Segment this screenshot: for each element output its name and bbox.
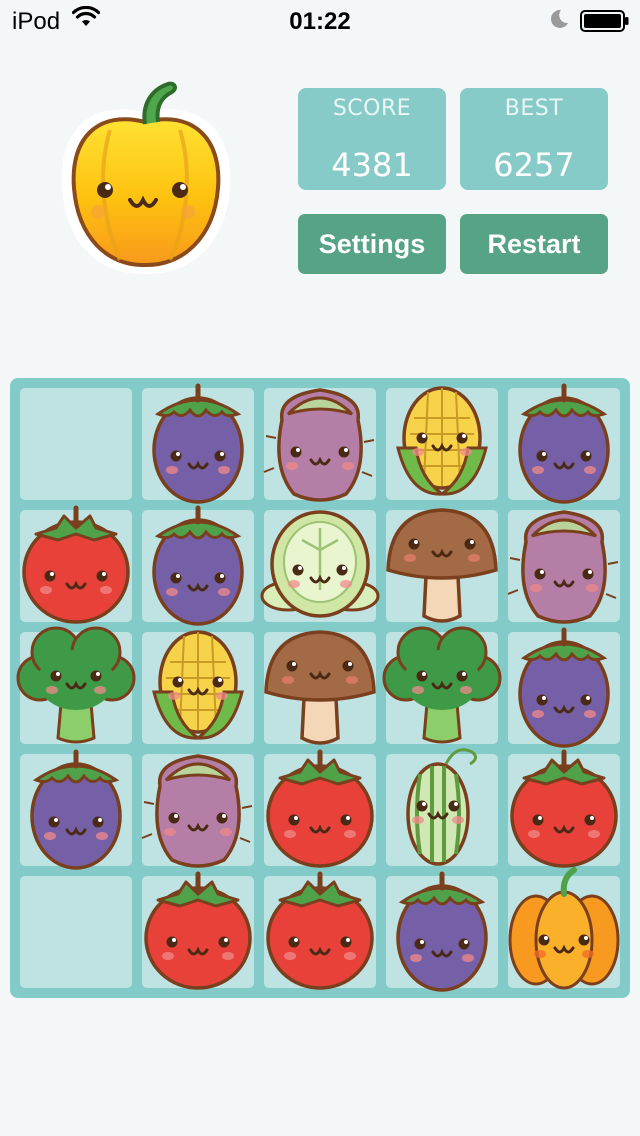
- board-cell[interactable]: [264, 871, 376, 990]
- tomato-icon[interactable]: [14, 500, 138, 628]
- broccoli-icon[interactable]: [14, 622, 138, 750]
- settings-button[interactable]: Settings: [298, 214, 446, 274]
- best-box: BEST 6257: [460, 88, 608, 190]
- moon-icon: [550, 9, 568, 28]
- restart-button[interactable]: Restart: [460, 214, 608, 274]
- pumpkin-icon[interactable]: [502, 866, 626, 994]
- eggplant-icon[interactable]: [14, 744, 138, 872]
- board-cell[interactable]: [386, 508, 498, 623]
- board-cell[interactable]: [141, 754, 254, 868]
- board-cell[interactable]: [382, 626, 502, 744]
- battery-icon: [580, 10, 629, 32]
- sweet-potato-icon[interactable]: [502, 500, 626, 628]
- broccoli-icon[interactable]: [380, 622, 504, 750]
- board-cell[interactable]: [508, 627, 620, 748]
- score-value: 4381: [331, 146, 413, 184]
- score-label: SCORE: [332, 96, 412, 121]
- sweet-potato-icon[interactable]: [258, 378, 382, 506]
- board-cell[interactable]: [508, 383, 620, 504]
- board-cell[interactable]: [142, 383, 254, 504]
- cucumber-icon[interactable]: [380, 744, 504, 872]
- tomato-icon[interactable]: [136, 866, 260, 994]
- tomato-icon[interactable]: [258, 744, 382, 872]
- best-value: 6257: [493, 146, 575, 184]
- corn-icon[interactable]: [380, 378, 504, 506]
- board-cell[interactable]: [142, 630, 254, 744]
- best-label: BEST: [504, 96, 564, 121]
- board-cell[interactable]: [142, 505, 254, 626]
- board-cell[interactable]: [260, 510, 380, 622]
- mushroom-icon[interactable]: [258, 622, 382, 750]
- board-cell[interactable]: [20, 505, 132, 624]
- board-cell[interactable]: [264, 630, 376, 745]
- eggplant-icon[interactable]: [502, 378, 626, 506]
- eggplant-icon[interactable]: [380, 866, 504, 994]
- board-cell[interactable]: [20, 876, 132, 988]
- board-cell[interactable]: [20, 388, 132, 500]
- board-cell[interactable]: [507, 510, 620, 624]
- board-cell[interactable]: [142, 871, 254, 990]
- game-board[interactable]: [10, 378, 630, 998]
- yellow-pepper-icon: [61, 81, 231, 275]
- board-cell[interactable]: [20, 749, 132, 870]
- clock: 01:22: [289, 8, 351, 35]
- board-cell[interactable]: [386, 871, 498, 992]
- cabbage-icon[interactable]: [258, 500, 382, 628]
- eggplant-icon[interactable]: [136, 500, 260, 628]
- sweet-potato-icon[interactable]: [136, 744, 260, 872]
- corn-icon[interactable]: [136, 622, 260, 750]
- score-box: SCORE 4381: [298, 88, 446, 190]
- tomato-icon[interactable]: [502, 744, 626, 872]
- tomato-icon[interactable]: [258, 866, 382, 994]
- board-cell[interactable]: [16, 626, 136, 744]
- board-cell[interactable]: [263, 388, 376, 502]
- board-cell[interactable]: [386, 748, 498, 866]
- board-cell[interactable]: [386, 386, 498, 500]
- mushroom-icon[interactable]: [380, 500, 504, 628]
- board-cell[interactable]: [264, 749, 376, 868]
- eggplant-icon[interactable]: [136, 378, 260, 506]
- board-cell[interactable]: [508, 867, 620, 990]
- board-cell[interactable]: [508, 749, 620, 868]
- status-bar: iPod 01:22: [0, 0, 640, 40]
- eggplant-icon[interactable]: [502, 622, 626, 750]
